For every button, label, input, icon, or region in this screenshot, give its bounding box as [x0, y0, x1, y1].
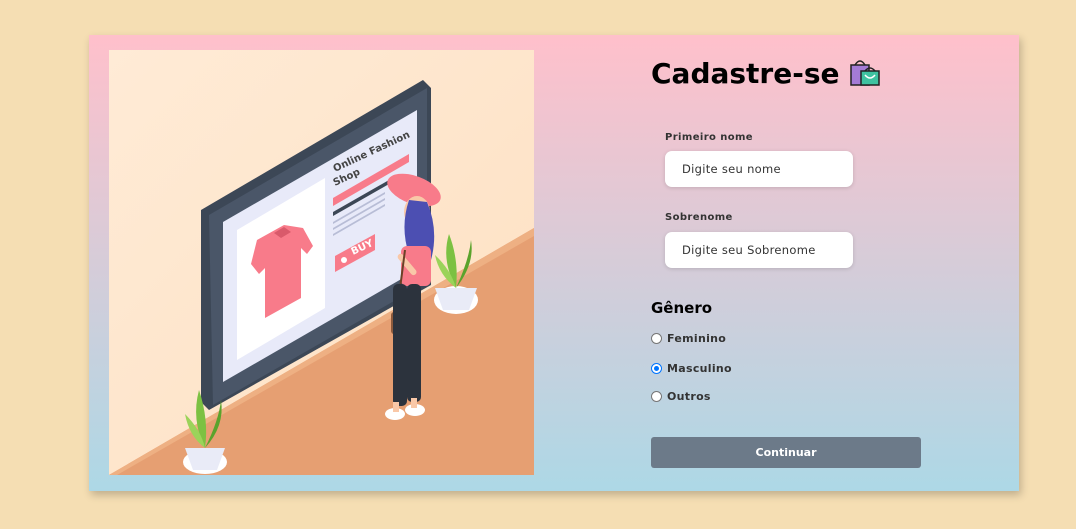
radio-feminino[interactable] — [651, 333, 662, 344]
gender-option-feminino[interactable]: Feminino — [651, 332, 726, 345]
radio-label-feminino: Feminino — [667, 332, 727, 345]
signup-card: Online Fashion Shop BUY Cadastre-se Prim… — [89, 35, 1019, 491]
gender-option-masculino[interactable]: Masculino — [651, 362, 732, 375]
radio-masculino[interactable] — [651, 363, 662, 374]
radio-label-outros: Outros — [667, 390, 711, 403]
radio-outros[interactable] — [651, 391, 662, 402]
first-name-input[interactable] — [665, 151, 853, 187]
signup-form: Cadastre-se Primeiro nome Sobrenome Gêne… — [651, 35, 991, 491]
radio-label-masculino: Masculino — [667, 362, 732, 375]
continue-button[interactable]: Continuar — [651, 437, 921, 468]
shopping-bags-icon — [849, 60, 880, 86]
first-name-label: Primeiro nome — [665, 132, 753, 143]
gender-option-outros[interactable]: Outros — [651, 390, 711, 403]
page-title: Cadastre-se — [651, 57, 880, 90]
last-name-input[interactable] — [665, 232, 853, 268]
last-name-label: Sobrenome — [665, 212, 733, 223]
gender-title: Gênero — [651, 299, 713, 317]
online-shopping-illustration: Online Fashion Shop BUY — [109, 50, 534, 475]
page-title-text: Cadastre-se — [651, 57, 840, 90]
